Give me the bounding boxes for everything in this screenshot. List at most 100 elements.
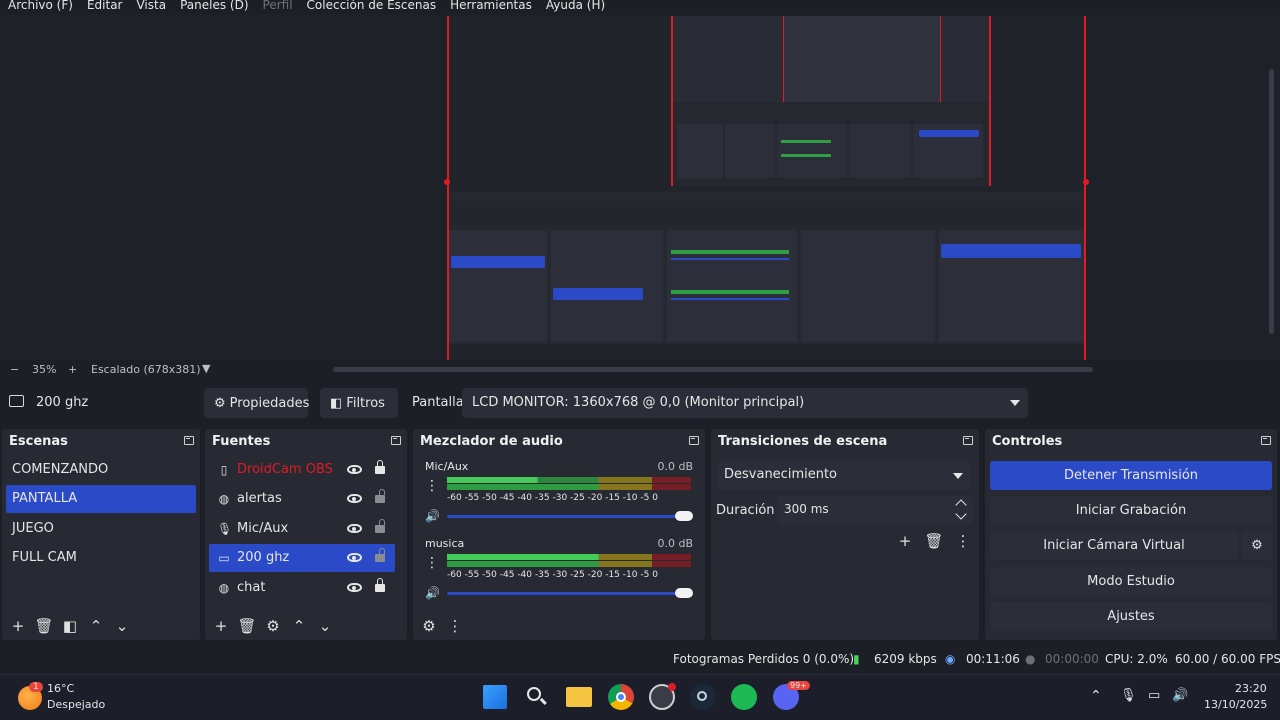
scene-item[interactable]: JUEGO (6, 515, 196, 543)
volume-slider[interactable] (447, 588, 693, 598)
scene-item[interactable]: COMENZANDO (6, 456, 196, 484)
kebab-menu-icon[interactable]: ⋮ (953, 531, 973, 551)
clock-time[interactable]: 23:20 (1235, 682, 1267, 695)
search-icon[interactable] (524, 684, 550, 710)
source-item[interactable]: ▯ DroidCam OBS (209, 456, 395, 484)
preview-canvas[interactable] (444, 16, 1089, 360)
unlock-icon[interactable] (375, 489, 385, 503)
file-explorer-icon[interactable] (566, 687, 592, 707)
eye-icon[interactable] (347, 524, 362, 533)
lock-icon[interactable] (375, 578, 385, 592)
scene-item[interactable]: FULL CAM (6, 544, 196, 572)
menu-ayuda[interactable]: Ayuda (H) (546, 0, 605, 11)
menu-editar[interactable]: Editar (87, 0, 123, 11)
eye-icon[interactable] (347, 494, 362, 503)
spotify-icon[interactable] (731, 684, 757, 710)
eye-icon[interactable] (347, 583, 362, 592)
volume-slider[interactable] (447, 511, 693, 521)
display-select[interactable]: LCD MONITOR: 1360x768 @ 0,0 (Monitor pri… (462, 388, 1028, 418)
taskbar: 1 16°C Despejado 99+ ⌃ 🎙 ▭ 🔊 23:20 13/10… (0, 674, 1280, 720)
scene-label: JUEGO (12, 521, 54, 536)
steam-icon[interactable] (690, 684, 716, 710)
source-item[interactable]: 🎙 Mic/Aux (209, 515, 395, 543)
eye-icon[interactable] (347, 465, 362, 474)
scene-item-active[interactable]: PANTALLA (6, 485, 196, 513)
transition-select[interactable]: Desvanecimiento (717, 461, 971, 490)
trash-icon[interactable]: 🗑 (237, 616, 257, 636)
undock-icon[interactable] (391, 436, 401, 445)
start-recording-button[interactable]: Iniciar Grabación (990, 496, 1272, 525)
gears-icon[interactable]: ⚙ (419, 616, 439, 636)
speaker-icon[interactable]: 🔊 (425, 509, 440, 523)
stop-streaming-button[interactable]: Detener Transmisión (990, 461, 1272, 490)
zoom-in-button[interactable]: + (68, 363, 77, 376)
channel-db: 0.0 dB (657, 537, 693, 550)
duration-value: 300 ms (784, 502, 829, 516)
trash-icon[interactable]: 🗑 (34, 616, 54, 636)
chevron-down-icon[interactable]: ⌄ (112, 616, 132, 636)
chrome-icon[interactable] (608, 684, 634, 710)
microphone-icon[interactable]: 🎙 (1120, 688, 1137, 703)
add-icon[interactable]: + (8, 616, 28, 636)
preview-vertical-scrollbar[interactable] (1269, 69, 1274, 334)
source-item[interactable]: ◍ chat (209, 574, 395, 602)
chevron-up-icon[interactable]: ⌃ (1090, 688, 1102, 704)
windows-start-icon[interactable] (483, 685, 507, 709)
network-icon[interactable]: ▭ (1148, 688, 1160, 703)
scenes-list: COMENZANDO PANTALLA JUEGO FULL CAM (4, 454, 198, 612)
volume-icon[interactable]: 🔊 (1172, 688, 1188, 703)
preview-area[interactable] (0, 14, 1280, 360)
speaker-icon[interactable]: 🔊 (425, 586, 440, 600)
undock-icon[interactable] (1261, 436, 1271, 445)
chevron-down-icon[interactable]: ⌄ (315, 616, 335, 636)
source-item-active[interactable]: ▭ 200 ghz (209, 544, 395, 572)
undock-icon[interactable] (963, 436, 973, 445)
clock-date[interactable]: 13/10/2025 (1204, 698, 1267, 711)
menu-vista[interactable]: Vista (136, 0, 166, 11)
filter-icon[interactable]: ◧ (60, 616, 80, 636)
undock-icon[interactable] (689, 436, 699, 445)
source-item[interactable]: ◍ alertas (209, 485, 395, 513)
duration-spinbox[interactable]: 300 ms (777, 496, 973, 525)
recursive-docks (449, 192, 1084, 360)
gear-icon[interactable]: ⚙ (263, 616, 283, 636)
selected-source-name: 200 ghz (36, 395, 89, 410)
menu-archivo[interactable]: Archivo (F) (8, 0, 73, 11)
zoom-level: 35% (32, 363, 57, 376)
trash-icon[interactable]: 🗑 (924, 531, 944, 551)
slider-handle[interactable] (675, 511, 693, 521)
spin-down-icon[interactable] (955, 508, 967, 520)
chevron-up-icon[interactable]: ⌃ (289, 616, 309, 636)
preview-horizontal-scrollbar[interactable] (333, 367, 1093, 372)
menu-coleccion[interactable]: Colección de Escenas (307, 0, 437, 11)
button-label: Detener Transmisión (1063, 468, 1199, 483)
kebab-menu-icon[interactable]: ⋮ (425, 478, 439, 494)
kebab-menu-icon[interactable]: ⋮ (445, 616, 465, 636)
studio-mode-button[interactable]: Modo Estudio (990, 567, 1272, 596)
start-virtual-camera-button[interactable]: Iniciar Cámara Virtual (990, 531, 1238, 560)
unlock-icon[interactable] (375, 548, 385, 562)
menu-herramientas[interactable]: Herramientas (450, 0, 532, 11)
menu-perfil[interactable]: Perfil (263, 0, 293, 11)
settings-button[interactable]: Ajustes (990, 602, 1272, 631)
filters-button[interactable]: ◧ Filtros (320, 388, 398, 418)
filters-label: Filtros (346, 395, 385, 411)
obs-icon[interactable] (649, 683, 676, 710)
properties-button[interactable]: ⚙ Propiedades (204, 388, 309, 418)
record-time: 00:00:00 (1045, 652, 1099, 666)
zoom-out-button[interactable]: − (10, 363, 19, 376)
chevron-up-icon[interactable]: ⌃ (86, 616, 106, 636)
unlock-icon[interactable] (375, 519, 385, 533)
add-icon[interactable]: + (895, 531, 915, 551)
undock-icon[interactable] (184, 436, 194, 445)
kebab-menu-icon[interactable]: ⋮ (425, 555, 439, 571)
add-icon[interactable]: + (211, 616, 231, 636)
scaling-dropdown-icon[interactable]: ▼ (202, 362, 210, 375)
slider-handle[interactable] (675, 588, 693, 598)
virtual-camera-settings-button[interactable]: ⚙ (1242, 531, 1272, 560)
scene-label: PANTALLA (12, 491, 78, 506)
menu-paneles[interactable]: Paneles (D) (180, 0, 248, 11)
eye-icon[interactable] (347, 553, 362, 562)
lock-icon[interactable] (375, 460, 385, 474)
button-label: Modo Estudio (1087, 574, 1175, 589)
